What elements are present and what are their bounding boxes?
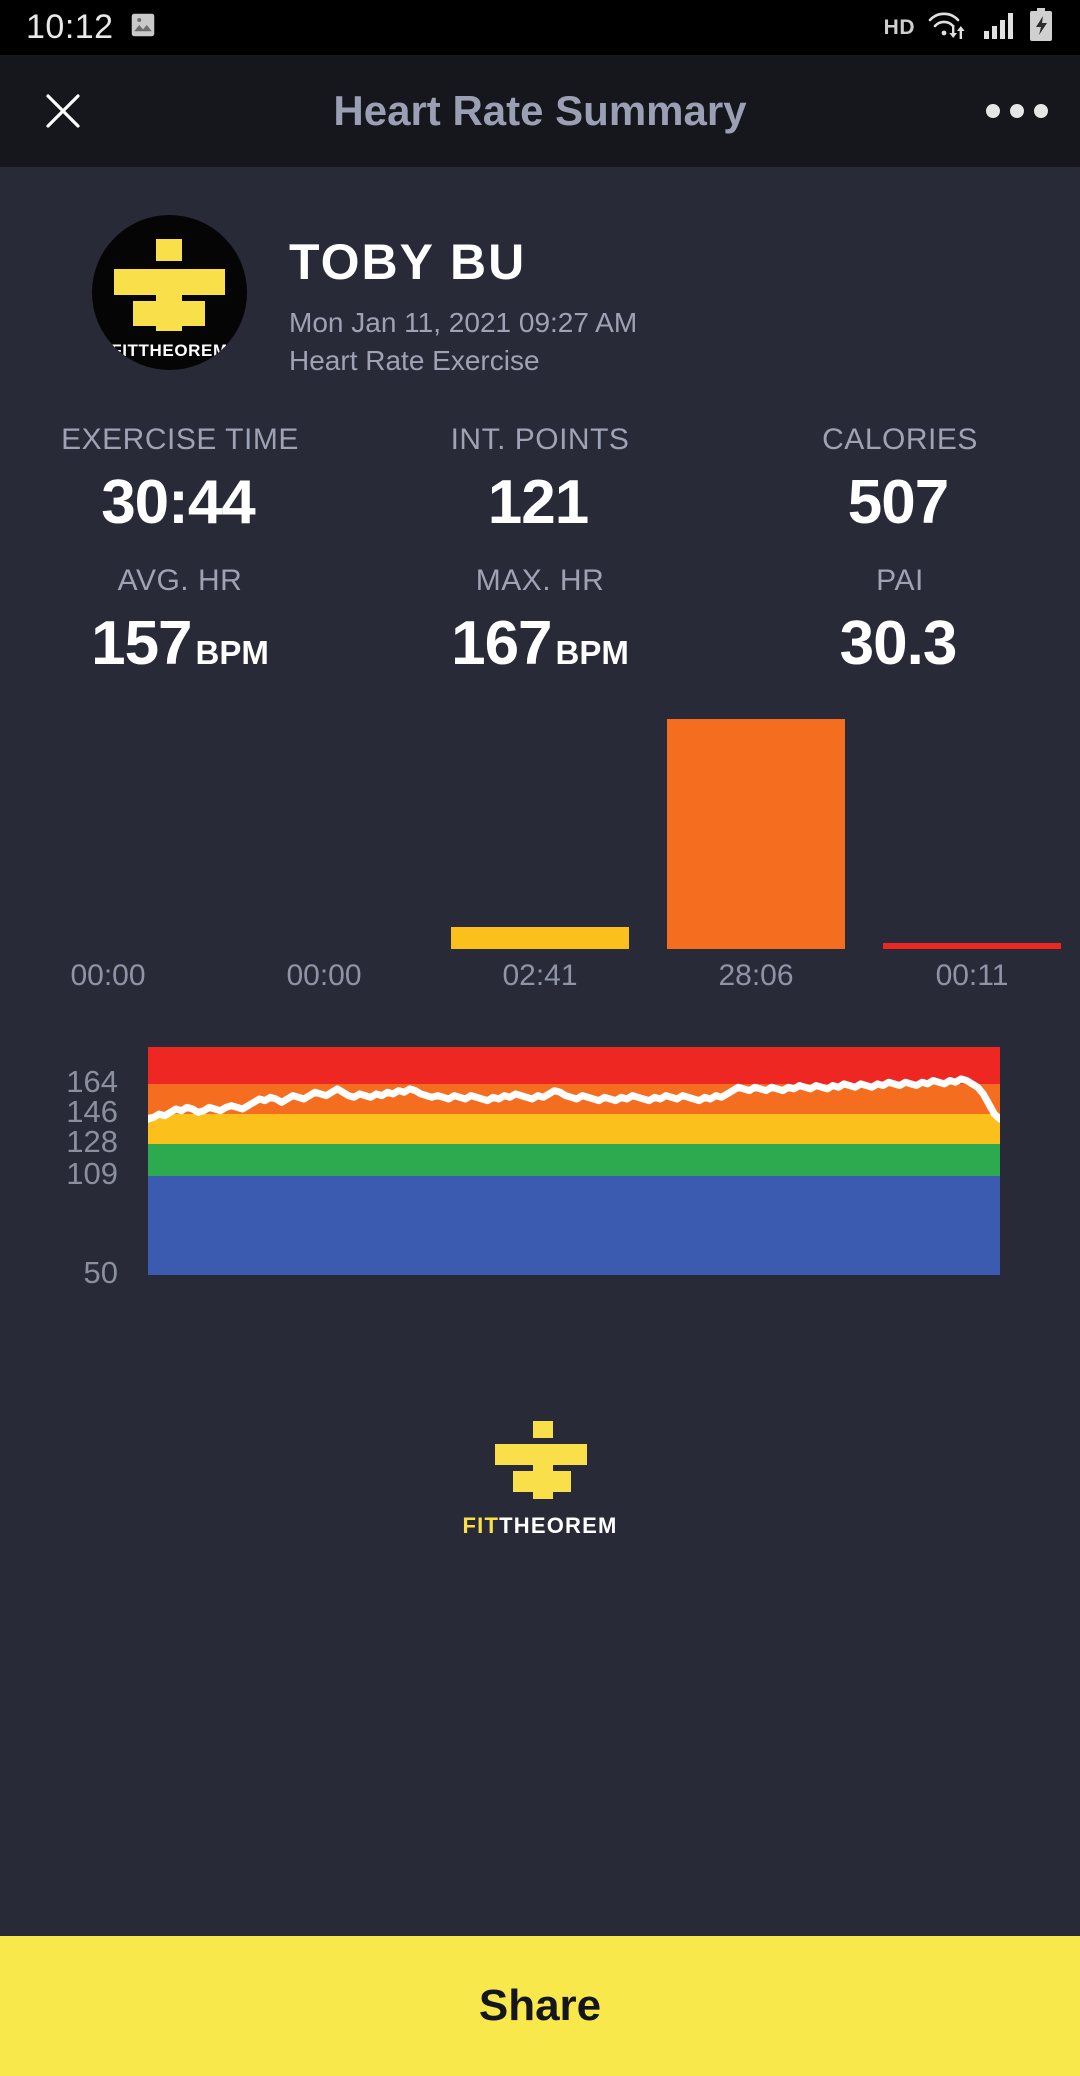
bar-label-2: 00:00 (286, 959, 362, 992)
bar-label-4: 28:06 (718, 959, 794, 992)
stat-value: 121 (360, 467, 720, 538)
overflow-dot (986, 104, 1000, 118)
stat-unit: BPM (555, 634, 629, 671)
stat-value: 30.3 (720, 608, 1080, 679)
overflow-dot (1010, 104, 1024, 118)
stat-label: AVG. HR (117, 564, 243, 597)
fittheorem-logo-mark-footer (480, 1421, 600, 1499)
stat-label: MAX. HR (475, 564, 605, 597)
hr-trace-line (148, 1047, 1000, 1275)
bar-label-5: 00:11 (935, 959, 1009, 992)
bar-chart-axis-labels: 00:00 00:00 02:41 28:06 00:11 (0, 959, 1080, 993)
wifi-icon (926, 8, 972, 47)
stat-number: 157 (91, 609, 192, 678)
stat-number: 507 (847, 468, 949, 537)
status-bar: 10:12 HD (0, 0, 1080, 55)
zone-time-bar-chart: 00:00 00:00 02:41 28:06 00:11 (0, 719, 1080, 1009)
avatar-caption: FITTHEOREM (111, 341, 228, 360)
stat-calories: CALORIES 507 (720, 423, 1080, 538)
stat-pai: PAI 30.3 (720, 564, 1080, 679)
fittheorem-logo-mark (92, 239, 247, 331)
footer-logo-fit: FIT (462, 1513, 500, 1538)
bar-3 (451, 927, 629, 949)
stat-label: INT. POINTS (450, 423, 630, 456)
stat-avg-hr: AVG. HR 157 BPM (0, 564, 360, 679)
profile-info: TOBY BU Mon Jan 11, 2021 09:27 AM Heart … (289, 215, 637, 377)
stat-label: CALORIES (822, 423, 978, 456)
stats-row-secondary: AVG. HR 157 BPM MAX. HR 167 BPM PAI 30.3 (0, 564, 1080, 679)
status-time: 10:12 (26, 8, 114, 46)
signal-icon (983, 10, 1017, 45)
bar-5 (883, 943, 1061, 949)
stat-number: 30:44 (101, 468, 256, 537)
share-button-label: Share (478, 1981, 602, 2030)
footer-logo: FITTHEOREM (0, 1421, 1080, 1541)
bar-chart-plot (0, 719, 1080, 949)
image-icon (128, 10, 158, 45)
overflow-menu-icon[interactable] (986, 104, 1048, 118)
stat-unit: BPM (195, 634, 269, 671)
stat-number: 121 (487, 468, 589, 537)
bar-label-1: 00:00 (70, 959, 146, 992)
status-bar-right: HD (884, 8, 1054, 47)
footer-logo-text: FITTHEOREM (0, 1513, 1080, 1539)
stat-value: 30:44 (0, 467, 360, 538)
bar-label-3: 02:41 (502, 959, 578, 992)
hr-axis-tick-4: 109 (66, 1156, 118, 1192)
hr-chart-plot (148, 1047, 1000, 1275)
avatar: FITTHEOREM (92, 215, 247, 370)
share-button[interactable]: Share (0, 1936, 1080, 2076)
stats-section: EXERCISE TIME 30:44 INT. POINTS 121 CALO… (0, 423, 1080, 679)
workout-activity: Heart Rate Exercise (289, 345, 540, 376)
stats-row-primary: EXERCISE TIME 30:44 INT. POINTS 121 CALO… (0, 423, 1080, 538)
stat-number: 30.3 (839, 609, 958, 678)
hr-axis-tick-5: 50 (83, 1255, 118, 1290)
stat-max-hr: MAX. HR 167 BPM (360, 564, 720, 679)
heart-rate-zone-chart: 164 146 128 109 50 (0, 1023, 1080, 1293)
hr-chart-y-axis: 164 146 128 109 50 (0, 1023, 118, 1293)
close-icon[interactable] (32, 80, 94, 142)
stat-number: 167 (451, 609, 552, 678)
status-bar-left: 10:12 (26, 8, 158, 47)
workout-datetime: Mon Jan 11, 2021 09:27 AM (289, 307, 638, 338)
bar-4 (667, 719, 845, 949)
app-header: Heart Rate Summary (0, 55, 1080, 167)
stat-value: 507 (720, 467, 1080, 538)
stat-label: PAI (876, 564, 924, 597)
stat-label: EXERCISE TIME (61, 423, 299, 456)
stat-value: 167 BPM (360, 608, 720, 679)
overflow-dot (1034, 104, 1048, 118)
battery-charging-icon (1028, 8, 1054, 47)
hr-axis-tick-3: 128 (66, 1124, 118, 1160)
footer-logo-theorem: THEOREM (499, 1513, 618, 1538)
hd-icon: HD (883, 15, 915, 39)
profile-section: FITTHEOREM TOBY BU Mon Jan 11, 2021 09:2… (0, 167, 1080, 377)
user-name: TOBY BU (289, 234, 527, 290)
stat-int-points: INT. POINTS 121 (360, 423, 720, 538)
stat-exercise-time: EXERCISE TIME 30:44 (0, 423, 360, 538)
stat-value: 157 BPM (0, 608, 360, 679)
page-title: Heart Rate Summary (333, 87, 747, 134)
